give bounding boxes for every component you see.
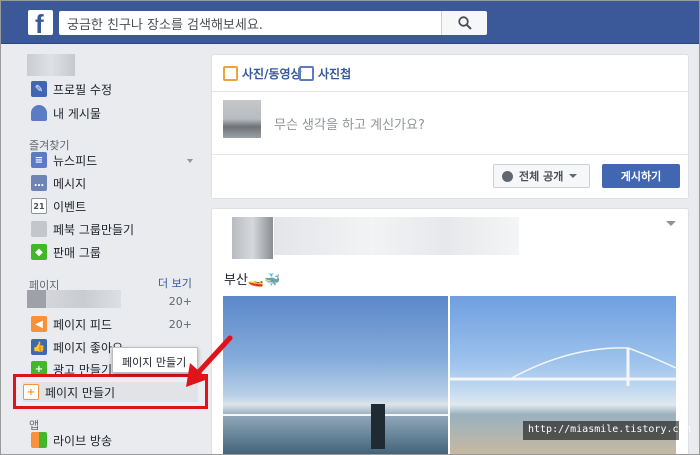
post-text: 부산🚤🐳	[224, 273, 281, 288]
sidebar-item-label: 페이지 피드	[53, 317, 113, 332]
tab-photo-video[interactable]: 사진/동영상	[223, 65, 302, 82]
post-photo-left[interactable]	[223, 296, 448, 454]
thumbs-up-icon: 👍	[31, 339, 47, 355]
sidebar-item-label: 판매 그룹	[53, 245, 101, 260]
sidebar-item-label: 프로필 수정	[53, 82, 113, 97]
sidebar-item-label: 페이지 만들기	[45, 385, 116, 400]
search-icon	[458, 16, 472, 30]
sidebar-item-group[interactable]: 페북 그룹만들기	[31, 219, 134, 239]
page-name-blurred[interactable]	[27, 290, 121, 308]
facebook-logo[interactable]: f	[28, 9, 53, 39]
person-icon	[31, 105, 47, 121]
globe-icon	[502, 170, 513, 182]
audience-selector[interactable]: 전체 공개	[493, 164, 590, 188]
sidebar-item-label: 메시지	[53, 176, 87, 191]
avatar[interactable]	[223, 100, 261, 138]
create-page-item-content: + 페이지 만들기	[23, 382, 115, 402]
caret-down-icon	[569, 174, 578, 178]
newsfeed-icon: ≡	[31, 152, 47, 168]
page-feed-count-badge: 20+	[168, 318, 192, 331]
post-author-name-blurred[interactable]	[274, 217, 519, 255]
red-arrow-annotation	[186, 335, 233, 387]
search-input[interactable]: 궁금한 친구나 장소를 검색해보세요.	[59, 11, 441, 35]
top-navigation-bar: f 궁금한 친구나 장소를 검색해보세요.	[0, 0, 700, 44]
sidebar-item-sale-group[interactable]: ◆ 판매 그룹	[31, 242, 101, 262]
create-page-icon: +	[23, 384, 39, 400]
sidebar-item-page-likes[interactable]: 👍 페이지 좋아요	[31, 337, 123, 357]
post-author-avatar-blurred[interactable]	[232, 217, 273, 259]
tag-icon: ◆	[31, 244, 47, 260]
sidebar-item-my-posts[interactable]: 내 게시물	[31, 103, 101, 123]
sidebar-item-create-page[interactable]: + 페이지 만들기	[13, 374, 208, 409]
sidebar-item-events[interactable]: 21 이벤트	[31, 196, 86, 216]
sidebar-item-label: 내 게시물	[53, 106, 101, 121]
album-icon	[299, 66, 314, 81]
sidebar-item-label: 뉴스피드	[53, 153, 98, 168]
profile-name-blurred[interactable]	[27, 54, 75, 76]
live-icon	[31, 432, 47, 448]
photo-icon	[223, 66, 238, 81]
sidebar-item-label: 라이브 방송	[53, 433, 113, 448]
group-icon	[31, 221, 47, 237]
composer-actions: 전체 공개 게시하기	[212, 154, 688, 198]
search-button[interactable]	[441, 11, 487, 35]
post-button[interactable]: 게시하기	[602, 164, 680, 188]
sidebar-item-label: 페북 그룹만들기	[53, 222, 135, 237]
status-input[interactable]: 무슨 생각을 하고 계신가요?	[274, 114, 425, 133]
post-composer: 사진/동영상 사진첩 무슨 생각을 하고 계신가요? 전체 공개 게시하기	[211, 54, 689, 199]
pages-see-more-link[interactable]: 더 보기	[158, 275, 192, 291]
pencil-icon: ✎	[31, 81, 47, 97]
calendar-icon: 21	[31, 198, 47, 214]
person-silhouette	[371, 404, 385, 449]
feed-post: 부산🚤🐳	[211, 208, 689, 455]
megaphone-icon: ◀	[31, 316, 47, 332]
messages-icon: …	[31, 175, 47, 191]
page-count-badge: 20+	[168, 295, 192, 308]
sidebar-item-messages[interactable]: … 메시지	[31, 173, 86, 193]
composer-body: 무슨 생각을 하고 계신가요?	[212, 92, 688, 152]
sidebar-item-live[interactable]: 라이브 방송	[31, 430, 112, 450]
sidebar-item-page-feed[interactable]: ◀ 페이지 피드	[31, 314, 112, 334]
tab-photo-album[interactable]: 사진첩	[299, 65, 351, 82]
post-options-chevron-icon[interactable]	[666, 221, 676, 226]
sidebar-item-edit-profile[interactable]: ✎ 프로필 수정	[31, 79, 112, 99]
sidebar-item-label: 이벤트	[53, 199, 87, 214]
chevron-down-icon[interactable]	[187, 159, 193, 163]
watermark: http://miasmile.tistory.com	[523, 421, 691, 440]
sidebar-item-newsfeed[interactable]: ≡ 뉴스피드	[31, 150, 97, 170]
composer-tabs: 사진/동영상 사진첩	[212, 55, 688, 92]
